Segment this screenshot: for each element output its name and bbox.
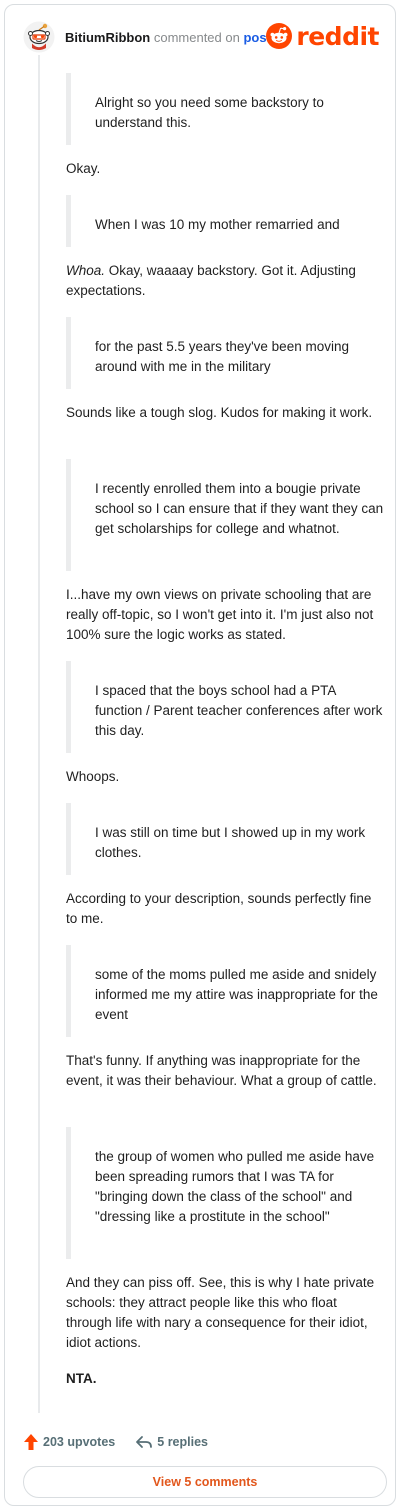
comment-meta: BitiumRibbon commented on post bbox=[65, 30, 271, 45]
reply-paragraph: That's funny. If anything was inappropri… bbox=[66, 1053, 377, 1088]
upvote-count: 203 upvotes bbox=[43, 1435, 116, 1449]
reply-arrow-icon bbox=[136, 1436, 153, 1448]
snoo-avatar-icon bbox=[23, 21, 55, 53]
reply-paragraph: I...have my own views on private schooli… bbox=[66, 587, 374, 642]
view-comments-button[interactable]: View 5 comments bbox=[23, 1466, 387, 1498]
reply-paragraph: Whoa. Okay, waaaay backstory. Got it. Ad… bbox=[66, 261, 384, 301]
reply-paragraph: According to your description, sounds pe… bbox=[66, 891, 372, 926]
quote-block: some of the moms pulled me aside and sni… bbox=[66, 945, 384, 1037]
replies-button[interactable]: 5 replies bbox=[135, 1434, 208, 1450]
quote-block: the group of women who pulled me aside h… bbox=[66, 1127, 384, 1259]
replies-count: 5 replies bbox=[157, 1435, 208, 1449]
quote-block: Alright so you need some backstory to un… bbox=[66, 73, 384, 145]
quote-block: I was still on time but I showed up in m… bbox=[66, 803, 384, 875]
comment-card: BitiumRibbon commented on post reddit Al… bbox=[4, 4, 396, 1506]
reddit-snoo-icon bbox=[266, 23, 293, 49]
upvote-arrow-icon bbox=[24, 1434, 38, 1450]
quote-block: When I was 10 my mother remarried and bbox=[66, 195, 384, 247]
reply-paragraph: And they can piss off. See, this is why … bbox=[66, 1275, 375, 1350]
avatar[interactable] bbox=[23, 21, 55, 53]
comment-header: BitiumRibbon commented on post bbox=[23, 19, 271, 55]
reddit-logo[interactable]: reddit bbox=[266, 23, 379, 49]
verdict-text: NTA. bbox=[66, 1371, 97, 1386]
reply-emphasis: Whoa. bbox=[66, 263, 106, 278]
upvote-button[interactable]: 203 upvotes bbox=[23, 1433, 115, 1451]
quote-block: I spaced that the boys school had a PTA … bbox=[66, 661, 384, 753]
reply-paragraph: Okay. bbox=[66, 161, 101, 176]
quote-block: for the past 5.5 years they've been movi… bbox=[66, 317, 384, 389]
thread-line[interactable] bbox=[38, 55, 40, 1413]
action-text: commented on bbox=[153, 29, 240, 45]
reply-paragraph: Sounds like a tough slog. Kudos for maki… bbox=[66, 405, 373, 420]
quote-block: I recently enrolled them into a bougie p… bbox=[66, 459, 384, 571]
reddit-wordmark: reddit bbox=[296, 21, 379, 51]
reply-paragraph-text: Okay, waaaay backstory. Got it. Adjustin… bbox=[66, 263, 356, 298]
comment-footer: 203 upvotes 5 replies bbox=[23, 1431, 208, 1453]
username-link[interactable]: BitiumRibbon bbox=[65, 30, 150, 45]
reply-paragraph: Whoops. bbox=[66, 769, 120, 784]
